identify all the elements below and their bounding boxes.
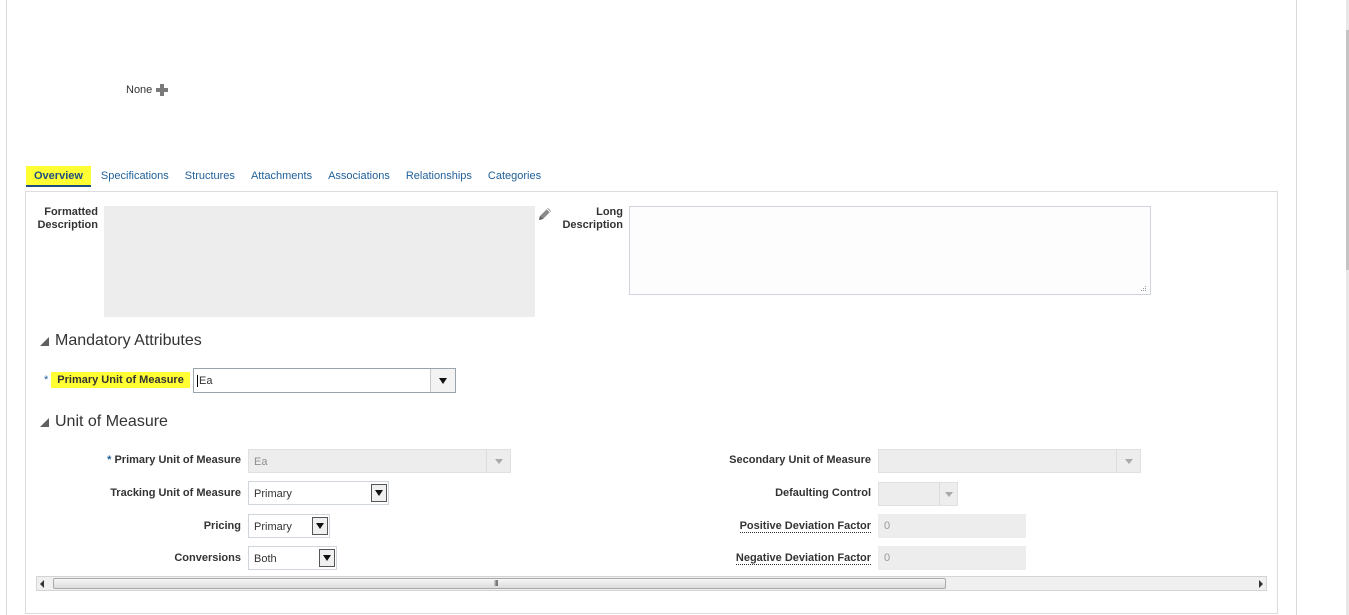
secondary-uom-label: Secondary Unit of Measure [729, 454, 871, 466]
negative-deviation-value: 0 [884, 552, 891, 564]
positive-deviation-label[interactable]: Positive Deviation Factor [680, 520, 871, 533]
unit-of-measure-title: Unit of Measure [55, 413, 168, 430]
horizontal-scrollbar[interactable]: III [36, 576, 1267, 591]
tab-associations[interactable]: Associations [320, 166, 398, 186]
mandatory-primary-uom-combobox[interactable]: Ea [193, 368, 456, 393]
formatted-description-label: Formatted Description [30, 206, 98, 232]
none-row: None [126, 84, 169, 96]
collapse-triangle-icon[interactable] [40, 417, 49, 427]
conversions-select[interactable]: Both [248, 546, 337, 570]
tab-attachments[interactable]: Attachments [243, 166, 320, 186]
chevron-down-icon [494, 458, 503, 464]
tab-categories[interactable]: Categories [480, 166, 549, 186]
positive-deviation-value: 0 [884, 520, 891, 532]
chevron-down-icon [323, 555, 331, 561]
mandatory-primary-uom-value: Ea [199, 375, 213, 387]
tracking-uom-label: Tracking Unit of Measure [110, 487, 241, 499]
add-plus-icon[interactable] [156, 84, 169, 96]
negative-deviation-label-text[interactable]: Negative Deviation Factor [735, 552, 871, 565]
dropdown-button[interactable] [430, 369, 455, 392]
negative-deviation-label[interactable]: Negative Deviation Factor [680, 552, 871, 565]
scroll-right-arrow-icon[interactable] [1259, 580, 1263, 588]
primary-uom-combobox: Ea [248, 449, 511, 473]
page-border-right [1296, 0, 1297, 615]
tracking-uom-select[interactable]: Primary [248, 481, 389, 505]
long-description-label: Long Description [553, 206, 623, 232]
primary-uom-value: Ea [254, 456, 268, 468]
long-description-textarea[interactable] [629, 206, 1151, 295]
dropdown-button-disabled [1116, 450, 1140, 472]
tab-structures[interactable]: Structures [177, 166, 243, 186]
formatted-description-label-line1: Formatted [44, 206, 98, 218]
formatted-description-field [104, 206, 535, 317]
none-label: None [126, 84, 153, 96]
unit-of-measure-header[interactable]: Unit of Measure [40, 413, 168, 431]
pricing-select[interactable]: Primary [248, 514, 330, 538]
chevron-down-icon [944, 491, 953, 497]
mandatory-attributes-title: Mandatory Attributes [55, 332, 202, 349]
mandatory-primary-uom-label: * Primary Unit of Measure [44, 372, 190, 388]
primary-uom-label: * Primary Unit of Measure [60, 454, 241, 467]
dropdown-button[interactable] [312, 517, 328, 535]
dropdown-button-disabled [939, 483, 957, 505]
negative-deviation-input: 0 [878, 546, 1026, 570]
primary-uom-label-text: Primary Unit of Measure [114, 454, 241, 466]
pricing-value: Primary [254, 521, 292, 533]
dropdown-button[interactable] [371, 484, 387, 502]
edit-pencil-icon[interactable] [536, 205, 554, 223]
long-description-label-line2: Description [562, 219, 623, 231]
page-border-left [6, 0, 7, 615]
dropdown-button-disabled [486, 450, 510, 472]
conversions-label: Conversions [174, 552, 241, 564]
chevron-down-icon [316, 523, 324, 529]
required-marker: * [44, 374, 49, 386]
secondary-uom-combobox [878, 449, 1141, 473]
scroll-left-arrow-icon[interactable] [40, 580, 44, 588]
chevron-down-icon [1124, 458, 1133, 464]
dropdown-button[interactable] [319, 549, 335, 567]
tab-relationships[interactable]: Relationships [398, 166, 480, 186]
text-cursor [197, 375, 198, 387]
defaulting-control-select [878, 482, 958, 506]
tab-overview[interactable]: Overview [26, 165, 91, 187]
formatted-description-label-line2: Description [37, 219, 98, 231]
scrollbar-grip: III [494, 579, 499, 588]
required-marker: * [107, 454, 112, 466]
collapse-triangle-icon[interactable] [40, 336, 49, 346]
defaulting-control-label: Defaulting Control [775, 487, 871, 499]
tab-bar: Overview Specifications Structures Attac… [26, 165, 549, 187]
mandatory-attributes-header[interactable]: Mandatory Attributes [40, 332, 202, 350]
chevron-down-icon [439, 377, 447, 384]
chevron-down-icon [375, 490, 383, 496]
conversions-value: Both [254, 553, 277, 565]
tracking-uom-value: Primary [254, 488, 292, 500]
mandatory-primary-uom-label-text: Primary Unit of Measure [51, 372, 190, 388]
positive-deviation-label-text[interactable]: Positive Deviation Factor [739, 520, 871, 533]
tab-specifications[interactable]: Specifications [93, 166, 177, 186]
long-description-label-line1: Long [596, 206, 623, 218]
pricing-label: Pricing [203, 520, 241, 532]
positive-deviation-input: 0 [878, 514, 1026, 538]
resize-handle-icon[interactable] [1139, 284, 1147, 292]
horizontal-scrollbar-thumb[interactable]: III [53, 578, 946, 589]
